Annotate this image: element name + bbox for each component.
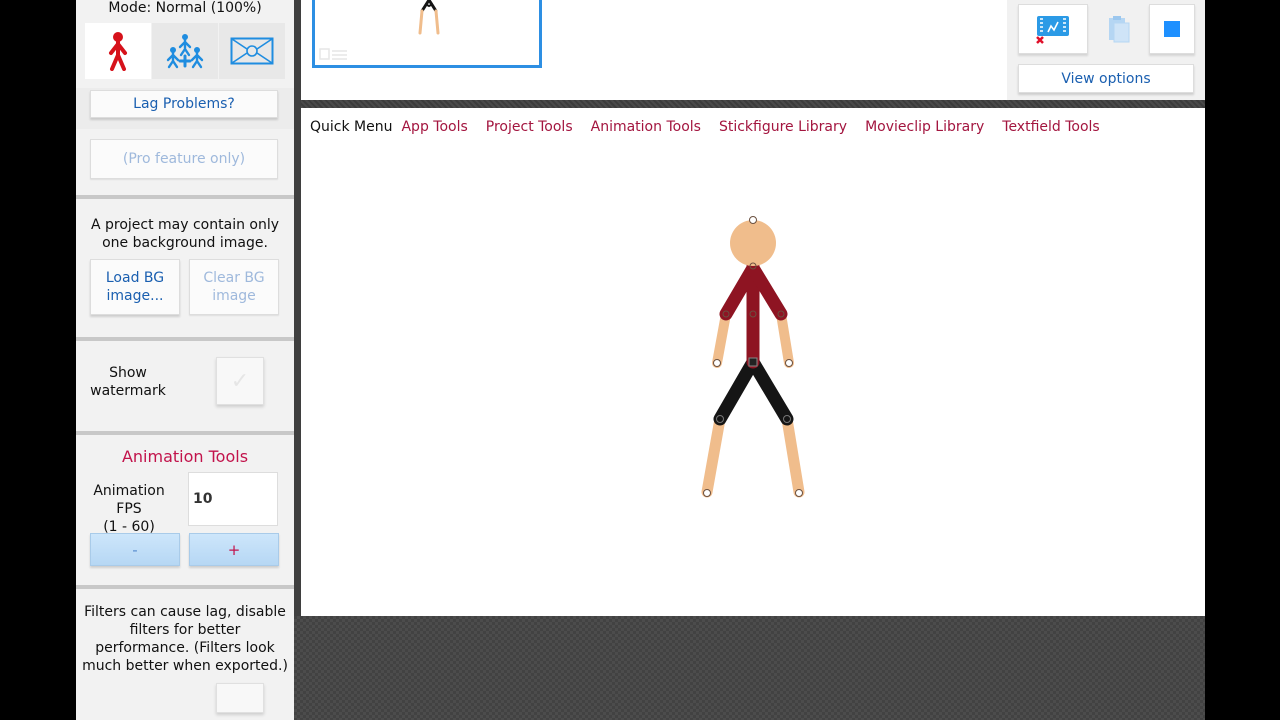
stage-canvas[interactable]: Quick Menu App Tools Project Tools Anima… <box>301 108 1205 616</box>
clipboard-icon <box>1109 16 1130 43</box>
right-foot-handle[interactable] <box>795 489 803 497</box>
paste-button[interactable] <box>1097 4 1141 54</box>
fps-increase-button[interactable]: + <box>189 533 279 566</box>
clear-bg-label-1: Clear BG <box>203 270 265 286</box>
app-root: Mode: Normal (100%) Lag Problems? (Pro f… <box>0 0 1280 720</box>
load-bg-label-1: Load BG <box>105 270 165 286</box>
single-stickfigure-icon <box>109 32 127 71</box>
watermark-section: Show watermark ✓ <box>76 341 294 431</box>
timeline-separator <box>301 100 1205 108</box>
clear-bg-label-2: image <box>212 288 256 304</box>
show-watermark-checkbox[interactable]: ✓ <box>216 357 264 405</box>
hip-handle[interactable] <box>748 357 758 367</box>
left-forearm[interactable] <box>712 309 731 368</box>
frame-options-icon <box>319 46 349 60</box>
timeline-area: View options <box>301 0 1205 100</box>
film-stickfigure-icon <box>1036 16 1069 44</box>
left-panel: Mode: Normal (100%) Lag Problems? (Pro f… <box>76 0 294 720</box>
filters-checkbox[interactable] <box>216 683 264 713</box>
head[interactable] <box>730 220 776 266</box>
fps-label-1: Animation FPS <box>93 483 165 517</box>
view-controls: View options <box>1007 0 1205 100</box>
view-options-button[interactable]: View options <box>1018 64 1194 93</box>
stop-icon <box>1164 21 1180 37</box>
watermark-label-2: watermark <box>90 383 166 399</box>
stickfigure[interactable] <box>301 108 1205 616</box>
filters-section: Filters can cause lag, disable filters f… <box>76 589 294 720</box>
frame-thumbnail[interactable] <box>312 0 542 68</box>
background-image-section: A project may contain only one backgroun… <box>76 199 294 337</box>
load-bg-label-2: image... <box>106 288 164 304</box>
checkmark-icon: ✓ <box>230 368 250 394</box>
left-foot-handle[interactable] <box>703 489 711 497</box>
mode-title: Mode: Normal (100%) <box>108 0 262 16</box>
mode-group-button[interactable] <box>152 23 218 79</box>
lag-problems-button[interactable]: Lag Problems? <box>90 90 278 118</box>
left-shin[interactable] <box>701 413 726 498</box>
mode-section: Mode: Normal (100%) Lag Problems? <box>76 0 294 118</box>
fps-label: Animation FPS (1 - 60) <box>80 482 178 536</box>
right-forearm[interactable] <box>776 309 794 368</box>
background-scene-icon <box>230 37 274 65</box>
stop-button[interactable] <box>1149 4 1195 54</box>
mode-single-button[interactable] <box>85 23 151 79</box>
panel-gap <box>294 0 301 616</box>
watermark-label: Show watermark <box>90 364 166 400</box>
right-hand-handle[interactable] <box>785 359 793 367</box>
pro-section: (Pro feature only) <box>76 129 294 195</box>
left-thigh[interactable] <box>713 355 760 426</box>
bg-note-text: A project may contain only one backgroun… <box>90 217 280 251</box>
pro-feature-button[interactable]: (Pro feature only) <box>90 139 278 179</box>
clear-bg-image-button[interactable]: Clear BG image <box>189 259 279 315</box>
mode-scene-button[interactable] <box>219 23 285 79</box>
right-thigh[interactable] <box>746 355 794 426</box>
head-handle[interactable] <box>749 216 757 224</box>
workspace-background <box>294 616 1205 720</box>
load-bg-image-button[interactable]: Load BG image... <box>90 259 180 315</box>
animation-tools-heading: Animation Tools <box>121 447 249 466</box>
filters-note-text: Filters can cause lag, disable filters f… <box>82 604 288 674</box>
left-hand-handle[interactable] <box>713 359 721 367</box>
right-shin[interactable] <box>781 413 805 498</box>
watermark-label-1: Show <box>109 365 147 381</box>
fps-input[interactable]: 10 <box>188 472 278 526</box>
group-stickfigures-icon <box>166 34 204 69</box>
onion-skin-button[interactable] <box>1018 4 1088 54</box>
fps-decrease-button[interactable]: - <box>90 533 180 566</box>
